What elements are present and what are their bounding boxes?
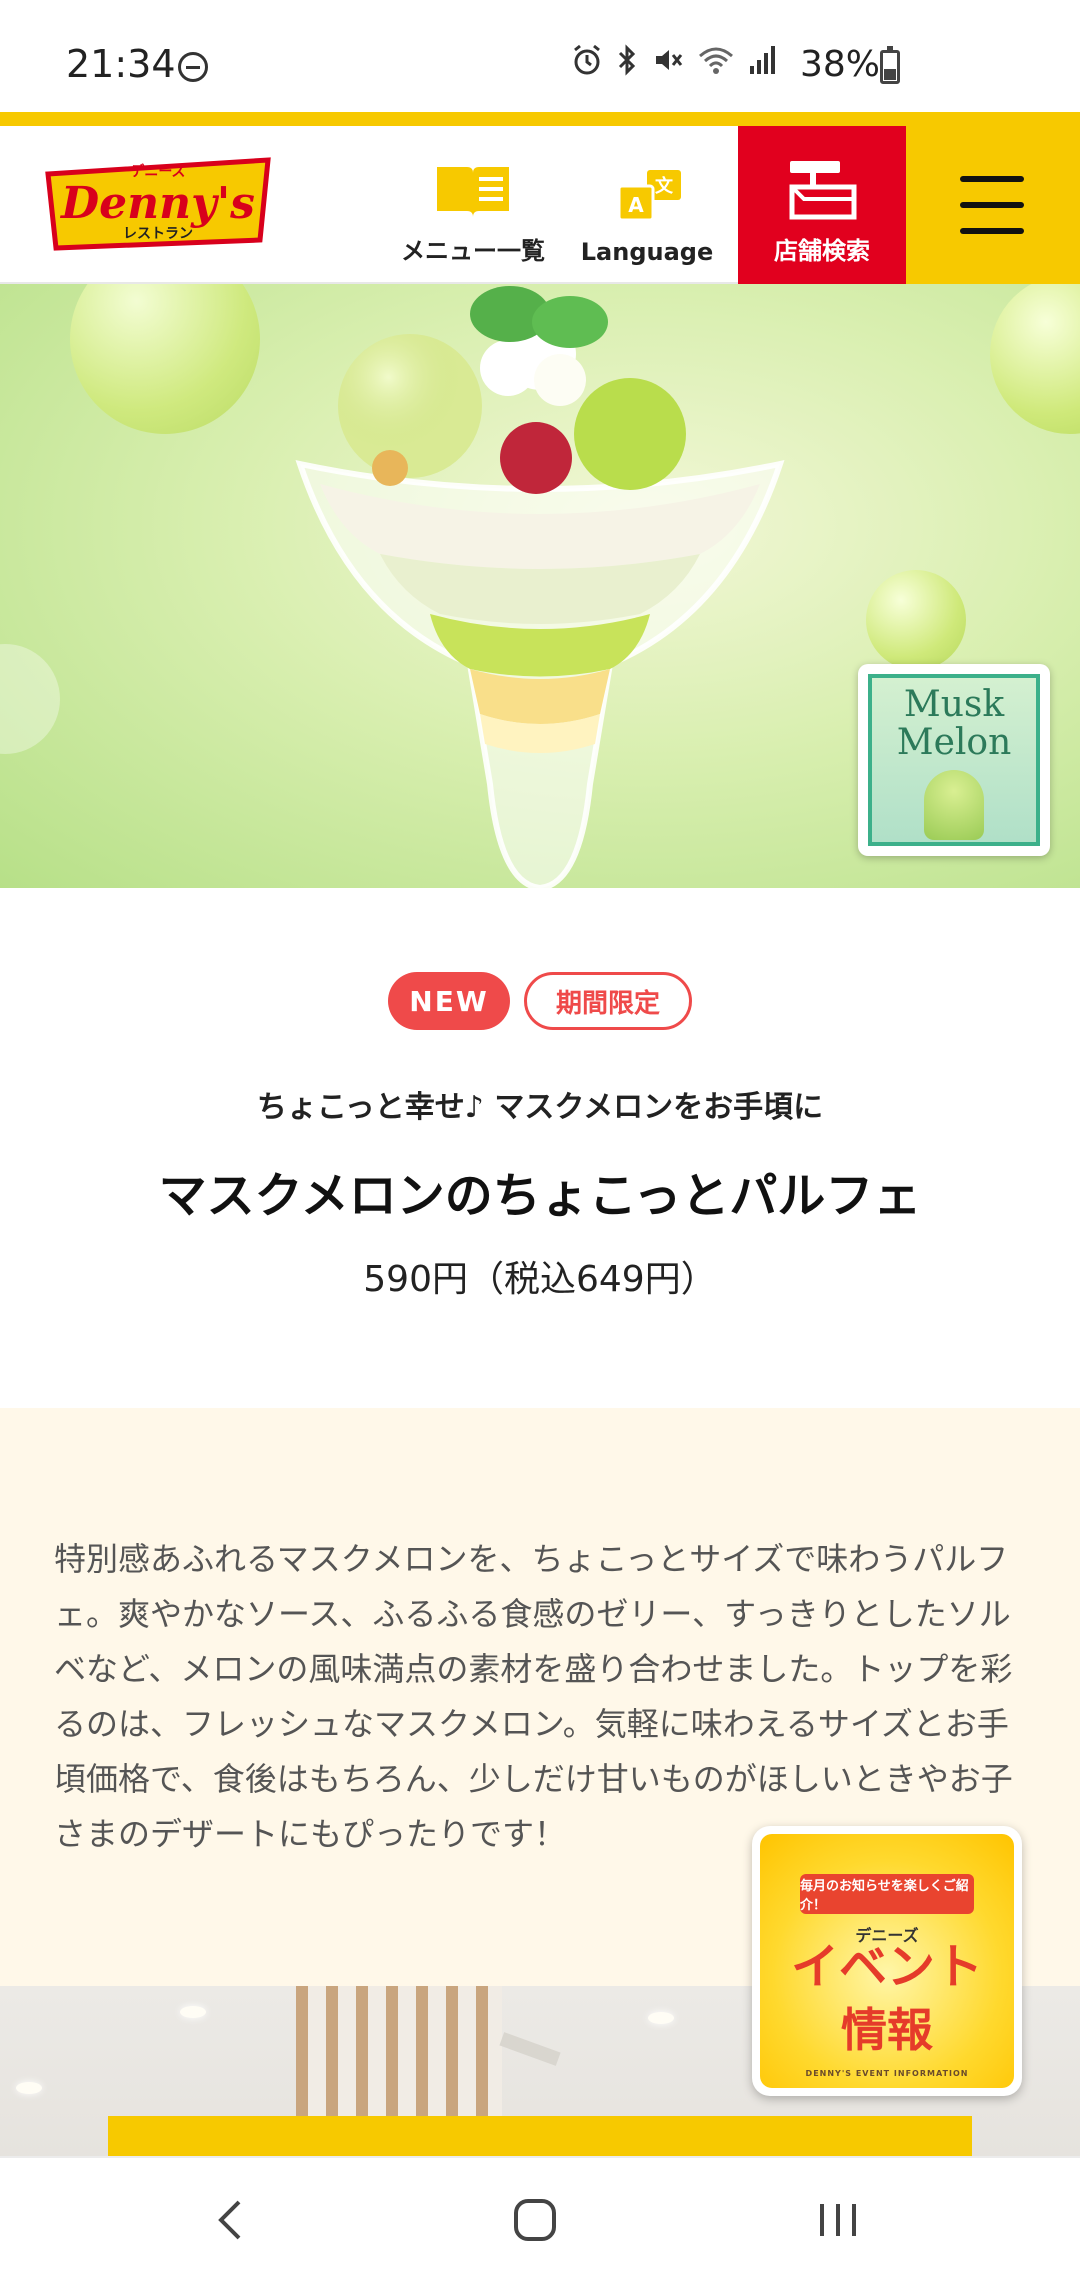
language-icon: 文 A [617,170,681,222]
product-tags: NEW 期間限定 [0,972,1080,1030]
recents-icon [820,2204,856,2236]
system-navigation-bar [0,2156,1080,2280]
signal-icon [750,46,775,74]
badge-title-line2: Melon [896,722,1012,763]
store-search-label: 店舗検索 [774,237,870,265]
melon-ball-decoration [990,284,1080,434]
mute-icon [656,50,683,70]
svg-text:文: 文 [655,175,674,197]
battery-icon [880,46,900,84]
status-bar: 21:34 38% [0,0,1080,112]
home-button[interactable] [495,2188,575,2252]
do-not-disturb-icon [178,52,208,82]
site-header: デニーズ Denny's レストラン メニュー一覧 文 A Language 店… [0,126,1080,284]
language-label: Language [580,238,714,266]
battery-percent: 38% [800,44,881,85]
badge-parfait-thumb [924,770,984,840]
yellow-cta-bar[interactable] [108,2116,972,2156]
logo-bottom-text: レストラン [123,226,193,242]
ceiling-light [16,2082,42,2094]
logo-main-text: Denny's [59,178,255,229]
event-subtitle: 情報 [841,2003,933,2057]
hamburger-line [960,202,1024,208]
status-icons [572,44,778,76]
limited-time-badge: 期間限定 [524,972,692,1030]
header-accent-strip [0,112,1080,126]
musk-melon-badge[interactable]: Musk Melon [858,664,1050,856]
new-badge: NEW [388,972,510,1030]
vent [499,2032,561,2066]
status-time: 21:34 [66,42,176,86]
event-ribbon: 毎月のお知らせを楽しくご紹介！ [800,1874,974,1914]
bluetooth-icon [618,44,636,76]
melon-ball-decoration [0,644,60,754]
alarm-icon [574,44,600,75]
store-search-button[interactable]: 店舗検索 [738,126,906,284]
back-icon [218,2200,241,2240]
language-button[interactable]: 文 A Language [580,126,714,284]
event-title: イベント [790,1939,983,1995]
dennys-logo[interactable]: デニーズ Denny's レストラン [42,152,274,252]
menu-list-label: メニュー一覧 [401,237,545,265]
product-title: マスクメロンのちょこっとパルフェ [158,1168,922,1224]
menu-book-icon [437,167,509,217]
hero-banner[interactable]: Musk Melon [0,284,1080,888]
product-description: 特別感あふれるマスクメロンを、ちょこっとサイズで味わうパルフェ。爽やかなソース、… [54,1540,1013,1853]
menu-list-button[interactable]: メニュー一覧 [398,126,548,284]
badge-inner: Musk Melon [868,674,1040,846]
recents-button[interactable] [798,2188,878,2252]
event-banner-inner: 毎月のお知らせを楽しくご紹介！ デニーズ イベント 情報 DENNY'S EVE… [760,1834,1014,2088]
wifi-icon [699,47,733,74]
hamburger-icon [960,176,1024,182]
parfait-image [295,286,785,888]
back-button[interactable] [190,2188,270,2252]
ceiling-light [180,2006,206,2018]
melon-ball-decoration [70,284,260,434]
event-english-caption: DENNY'S EVENT INFORMATION [805,2069,969,2078]
store-icon [789,161,857,220]
svg-text:A: A [628,193,644,217]
event-info-banner[interactable]: 毎月のお知らせを楽しくご紹介！ デニーズ イベント 情報 DENNY'S EVE… [752,1826,1022,2096]
ceiling-light [648,2012,674,2024]
melon-ball-decoration [866,570,966,670]
product-price: 590円（税込649円） [363,1259,717,1300]
badge-title: Musk Melon [872,686,1036,762]
badge-title-line1: Musk [903,684,1005,725]
home-icon [514,2199,556,2241]
hamburger-menu-button[interactable] [906,126,1080,284]
hamburger-line [960,228,1024,234]
logo-graphic: デニーズ Denny's レストラン [45,157,271,251]
product-subtitle: ちょこっと幸せ♪ マスクメロンをお手頃に [256,1090,824,1125]
